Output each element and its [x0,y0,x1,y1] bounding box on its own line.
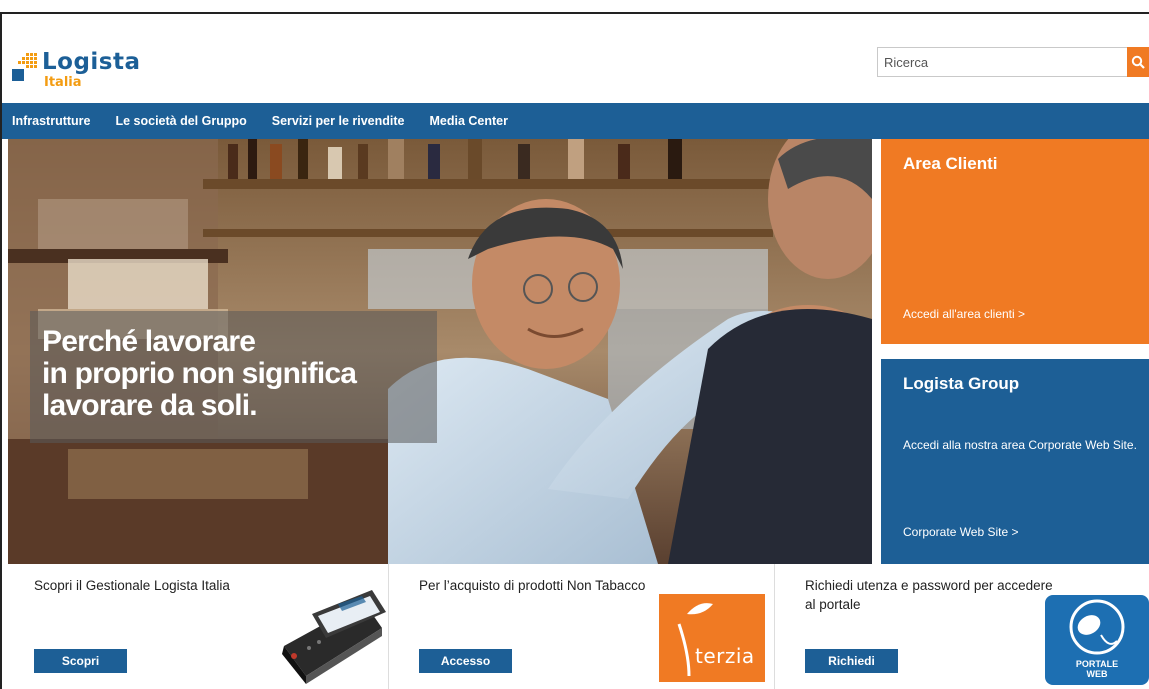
main-nav: Infrastrutture Le società del Gruppo Ser… [2,103,1149,139]
window-border-top [0,12,1149,14]
accesso-button[interactable]: Accesso [419,649,512,673]
logista-group-title: Logista Group [903,374,1020,393]
richiedi-button[interactable]: Richiedi [805,649,898,673]
logo-subtitle: Italia [44,75,82,90]
nav-item-media-center[interactable]: Media Center [429,114,508,128]
corporate-web-site-link[interactable]: Corporate Web Site > [903,525,1019,539]
search-input[interactable] [877,47,1127,77]
portale-web-label: PORTALE WEB [1045,659,1149,679]
area-clienti-panel[interactable]: Area Clienti Accedi all'area clienti > [881,139,1149,344]
portale-web-badge[interactable]: PORTALE WEB [1045,595,1149,685]
nav-item-servizi-rivendite[interactable]: Servizi per le rivendite [272,114,405,128]
logista-logo[interactable]: Logista Italia [12,45,162,95]
search-bar [877,47,1149,77]
area-clienti-title: Area Clienti [903,154,998,173]
pos-terminal-image [282,590,386,684]
card-portale-text: Richiedi utenza e password per accedere … [805,578,1053,612]
logo-wordmark: Logista [42,49,141,75]
card-gestionale-text: Scopri il Gestionale Logista Italia [34,578,230,593]
nav-item-societa-gruppo[interactable]: Le società del Gruppo [115,114,246,128]
search-button[interactable] [1127,47,1149,77]
terzia-logo[interactable]: terzia [659,594,765,682]
scopri-button[interactable]: Scopri [34,649,127,673]
card-gestionale: Scopri il Gestionale Logista Italia Scop… [2,564,387,689]
leaf-icon [677,603,713,677]
hero-headline-line-3: lavorare da soli. [42,389,258,422]
card-portale: Richiedi utenza e password per accedere … [774,564,1149,689]
hero-headline-line-2: in proprio non significa [42,357,357,390]
card-non-tabacco: Per l’acquisto di prodotti Non Tabacco t… [388,564,773,689]
logo-mark-icon [12,53,37,81]
hero-banner[interactable]: Perché lavorare in proprio non significa… [8,139,872,564]
logista-group-description: Accedi alla nostra area Corporate Web Si… [903,438,1137,452]
nav-item-infrastrutture[interactable]: Infrastrutture [12,114,90,128]
portale-web-label-line-1: PORTALE [1075,659,1119,669]
hero-headline: Perché lavorare in proprio non significa… [42,325,357,422]
area-clienti-link[interactable]: Accedi all'area clienti > [903,307,1025,321]
search-icon [1131,55,1145,69]
card-non-tabacco-text: Per l’acquisto di prodotti Non Tabacco [419,578,646,593]
logista-group-panel[interactable]: Logista Group Accedi alla nostra area Co… [881,359,1149,564]
hero-headline-line-1: Perché lavorare [42,325,256,358]
feature-cards: Scopri il Gestionale Logista Italia Scop… [2,564,1149,689]
portale-web-label-line-2: WEB [1086,669,1108,679]
terzia-wordmark: terzia [695,644,755,668]
